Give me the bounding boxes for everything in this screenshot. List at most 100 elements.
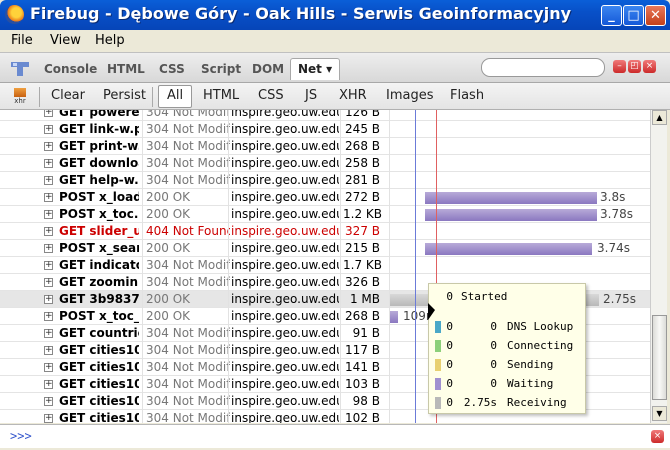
- expand-icon[interactable]: +: [44, 125, 53, 134]
- expand-icon[interactable]: +: [44, 261, 53, 270]
- table-row[interactable]: + GET link-w.png 304 Not Modifiedinspire.g…: [0, 121, 650, 138]
- domain: inspire.geo.uw.edu.pl: [231, 258, 339, 272]
- status-code: 304 Not Modified: [146, 173, 230, 187]
- table-row[interactable]: + GET download- 304 Not Modifiedinspire.ge…: [0, 155, 650, 172]
- tooltip-started: 0 Started: [446, 290, 508, 303]
- filter-all[interactable]: All: [158, 85, 193, 108]
- table-row[interactable]: + POST x_searcl 200 OK inspire.geo.uw.edu.p…: [0, 240, 650, 257]
- menu-file[interactable]: File: [11, 33, 33, 48]
- response-size: 245 B: [345, 122, 380, 136]
- status-code: 304 Not Modified: [146, 326, 230, 340]
- tab-console[interactable]: Console: [44, 62, 97, 76]
- table-row[interactable]: + POST x_toc.ph 200 OK inspire.geo.uw.edu.p…: [0, 206, 650, 223]
- domain: inspire.geo.uw.edu.pl: [231, 292, 339, 306]
- domain: inspire.geo.uw.edu.pl: [231, 190, 339, 204]
- table-row[interactable]: + GET help-w.pn 304 Not Modifiedinspire.ge…: [0, 172, 650, 189]
- maximize-button[interactable]: □: [623, 5, 644, 26]
- table-row[interactable]: + GET print-w.pn 304 Not Modifiedinspire.g…: [0, 138, 650, 155]
- window-title: Firebug - Dębowe Góry - Oak Hills - Serw…: [30, 4, 572, 23]
- close-button[interactable]: ✕: [645, 5, 666, 26]
- domain: inspire.geo.uw.edu.pl: [231, 241, 339, 255]
- scroll-thumb[interactable]: [652, 315, 667, 400]
- domain: inspire.geo.uw.edu.pl: [231, 275, 339, 289]
- timeline-bar: [425, 209, 597, 221]
- filter-html[interactable]: HTML: [203, 88, 239, 103]
- response-size: 1.2 KB: [343, 207, 382, 221]
- command-prompt: >>>: [10, 429, 32, 443]
- domain: inspire.geo.uw.edu.pl: [231, 343, 339, 357]
- expand-icon[interactable]: +: [44, 193, 53, 202]
- status-code: 200 OK: [146, 241, 191, 255]
- tab-dom[interactable]: DOM: [252, 62, 284, 76]
- title-bar: Firebug - Dębowe Góry - Oak Hills - Serw…: [0, 0, 670, 30]
- menu-view[interactable]: View: [50, 33, 81, 48]
- firebug-icon[interactable]: [10, 60, 30, 77]
- request-time: 2.75s: [603, 292, 636, 306]
- close-command-line-icon[interactable]: ×: [651, 430, 664, 443]
- tab-css[interactable]: CSS: [159, 62, 185, 76]
- vertical-scrollbar[interactable]: ▲ ▼: [650, 110, 667, 423]
- request-url: GET zoomin.cu: [59, 275, 139, 289]
- tab-script[interactable]: Script: [201, 62, 241, 76]
- expand-icon[interactable]: +: [44, 210, 53, 219]
- expand-icon[interactable]: +: [44, 110, 53, 117]
- search-input[interactable]: [481, 58, 605, 77]
- expand-icon[interactable]: +: [44, 278, 53, 287]
- table-row[interactable]: + POST x_load.p 200 OK inspire.geo.uw.edu.p…: [0, 189, 650, 206]
- clear-button[interactable]: Clear: [51, 88, 85, 103]
- menu-help[interactable]: Help: [95, 33, 125, 48]
- domain: inspire.geo.uw.edu.pl: [231, 360, 339, 374]
- domain: inspire.geo.uw.edu.pl: [231, 156, 339, 170]
- expand-icon[interactable]: +: [44, 159, 53, 168]
- status-code: 200 OK: [146, 309, 191, 323]
- tab-html[interactable]: HTML: [107, 62, 145, 76]
- timeline-bar: [425, 192, 597, 204]
- filter-js[interactable]: JS: [305, 88, 317, 103]
- request-url: GET cities1000: [59, 360, 139, 374]
- tooltip-dns: 00 DNS Lookup: [429, 318, 587, 336]
- request-url: POST x_load.p: [59, 190, 139, 204]
- response-size: 326 B: [345, 275, 380, 289]
- table-row[interactable]: + GET slider_upc 404 Not Foundinspire.geo.…: [0, 223, 650, 240]
- expand-icon[interactable]: +: [44, 380, 53, 389]
- table-row[interactable]: + GET powered 304 Not Modifiedinspire.geo.…: [0, 110, 650, 121]
- expand-icon[interactable]: +: [44, 295, 53, 304]
- detach-panel-icon[interactable]: ◰: [628, 60, 641, 73]
- expand-icon[interactable]: +: [44, 227, 53, 236]
- request-url: GET indicator.c: [59, 258, 139, 272]
- filter-xhr[interactable]: XHR: [339, 88, 367, 103]
- domain: inspire.geo.uw.edu.pl: [231, 110, 339, 119]
- tooltip-waiting: 00 Waiting: [429, 375, 587, 393]
- request-url: POST x_toc.ph: [59, 207, 139, 221]
- domain: inspire.geo.uw.edu.pl: [231, 309, 339, 323]
- minimize-button[interactable]: _: [601, 5, 622, 26]
- xhr-icon: xhr: [12, 88, 28, 106]
- expand-icon[interactable]: +: [44, 346, 53, 355]
- filter-images[interactable]: Images: [386, 88, 434, 103]
- expand-icon[interactable]: +: [44, 363, 53, 372]
- request-time: 3.8s: [600, 190, 626, 204]
- expand-icon[interactable]: +: [44, 142, 53, 151]
- expand-icon[interactable]: +: [44, 397, 53, 406]
- sending-swatch: [435, 359, 441, 371]
- response-size: 258 B: [345, 156, 380, 170]
- minimize-panel-icon[interactable]: –: [613, 60, 626, 73]
- scroll-down-icon[interactable]: ▼: [652, 406, 667, 421]
- scroll-up-icon[interactable]: ▲: [652, 110, 667, 125]
- tab-net[interactable]: Net ▾: [290, 58, 341, 80]
- expand-icon[interactable]: +: [44, 329, 53, 338]
- status-code: 200 OK: [146, 207, 191, 221]
- expand-icon[interactable]: +: [44, 414, 53, 423]
- domain: inspire.geo.uw.edu.pl: [231, 139, 339, 153]
- filter-flash[interactable]: Flash: [450, 88, 484, 103]
- filter-css[interactable]: CSS: [258, 88, 284, 103]
- persist-button[interactable]: Persist: [103, 88, 146, 103]
- table-row[interactable]: + GET indicator.c 304 Not Modifiedinspire.…: [0, 257, 650, 274]
- close-panel-icon[interactable]: ×: [643, 60, 656, 73]
- firebug-toolbar: Console HTML CSS Script DOM Net ▾ – ◰ ×: [0, 52, 670, 83]
- expand-icon[interactable]: +: [44, 176, 53, 185]
- command-line[interactable]: >>> ×: [0, 424, 670, 448]
- domain: inspire.geo.uw.edu.pl: [231, 173, 339, 187]
- expand-icon[interactable]: +: [44, 312, 53, 321]
- expand-icon[interactable]: +: [44, 244, 53, 253]
